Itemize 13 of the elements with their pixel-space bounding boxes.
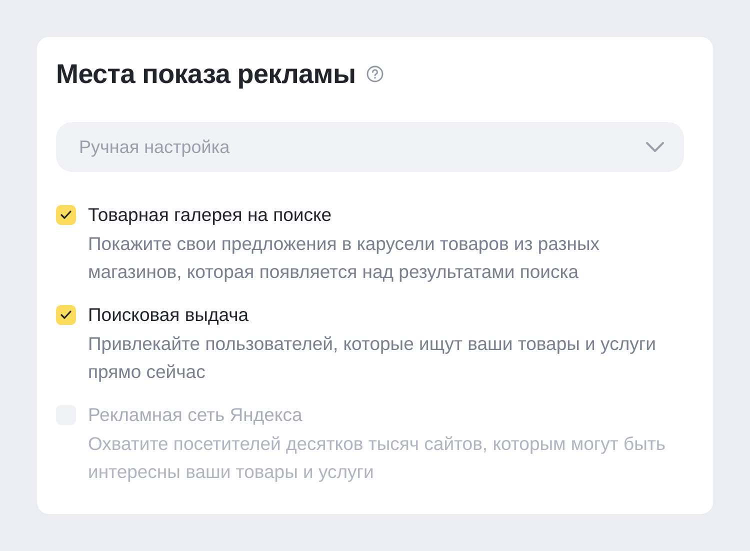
option-description: Привлекайте пользователей, которые ищут ваши товары и услуги прямо сейчас: [88, 332, 657, 384]
section-title: Места показа рекламы: [56, 58, 356, 91]
check-icon: [60, 310, 72, 320]
chevron-icon: [646, 142, 664, 152]
dropdown-value: Ручная настройка: [79, 136, 230, 159]
option-description: Охватите посетителей десятков тысяч сайтов, которым могут быть интересны ваши товары и услуги: [88, 432, 667, 484]
option-label[interactable]: Поисковая выдача: [88, 304, 688, 326]
checkbox[interactable]: [56, 205, 76, 225]
option-label[interactable]: Товарная галерея на поиске: [88, 204, 688, 226]
check-icon: [60, 210, 72, 220]
checkbox[interactable]: [56, 305, 76, 325]
option-description: Покажите свои предложения в карусели товаров из разных магазинов, которая появляется над результатами поиска: [88, 232, 601, 284]
help-icon[interactable]: [366, 65, 384, 83]
